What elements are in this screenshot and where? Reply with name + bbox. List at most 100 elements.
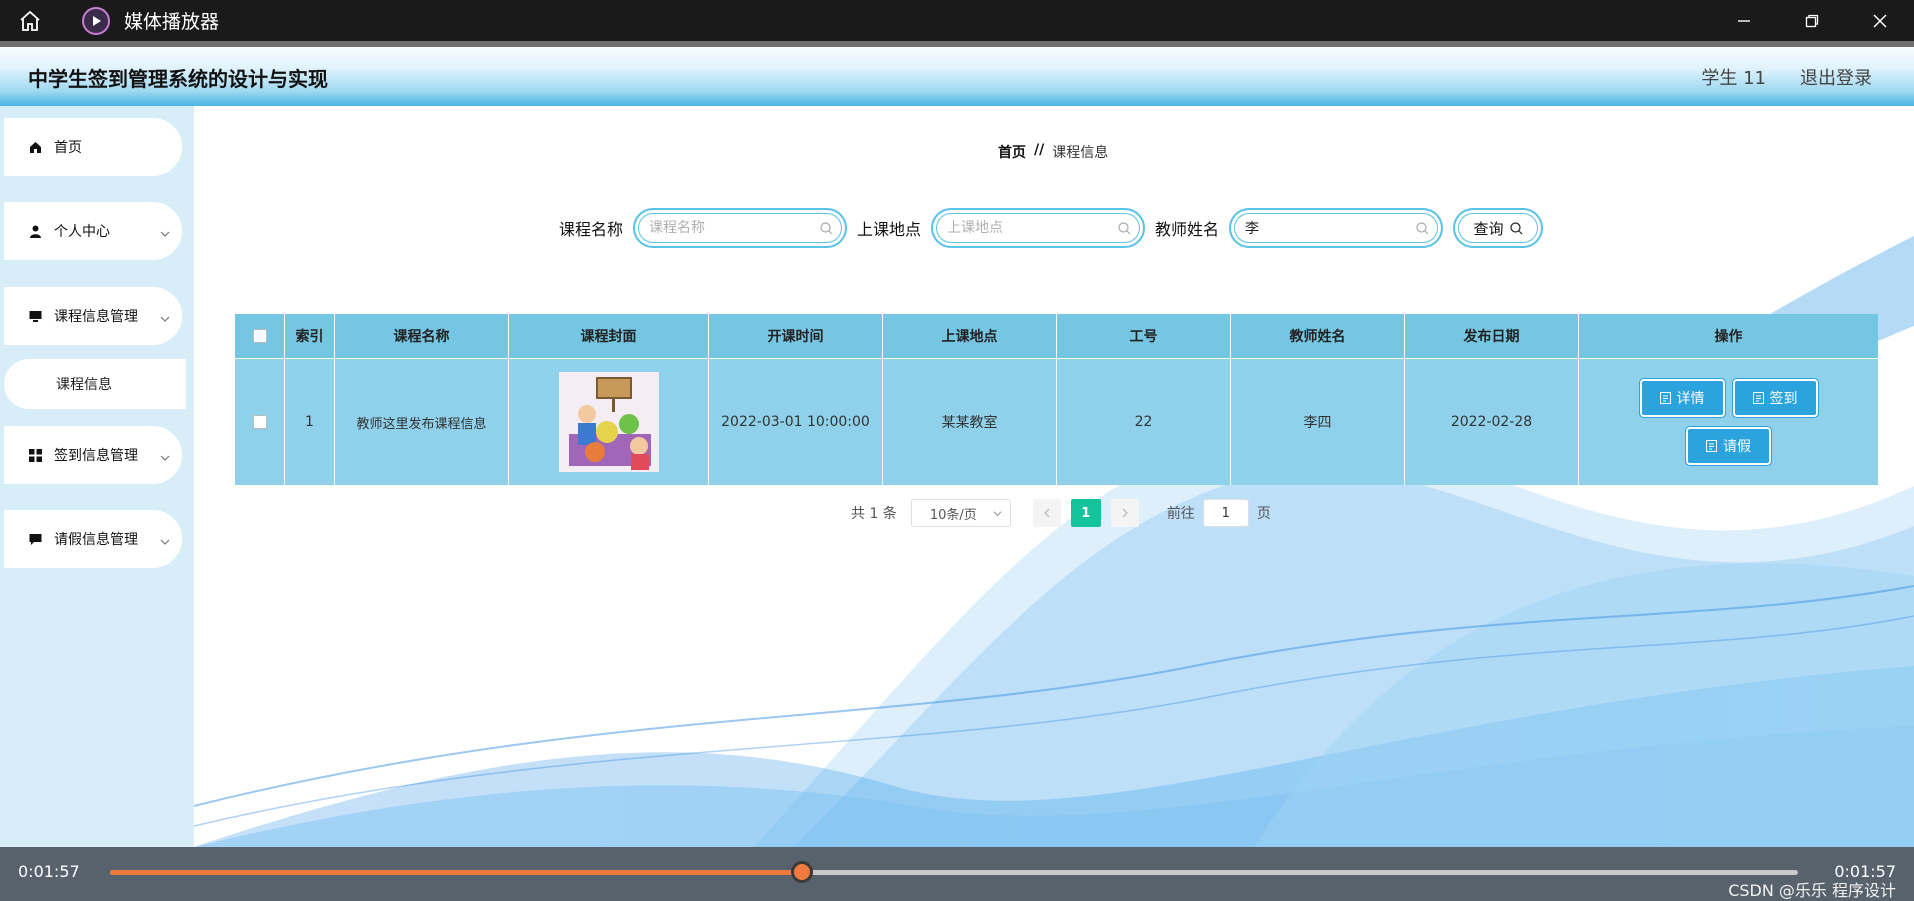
detail-button-label: 详情 — [1676, 391, 1705, 407]
query-button-label: 查询 — [1473, 219, 1504, 238]
media-player-controls: 0:01:57 0:01:57 CSDN @乐乐 程序设计 — [0, 847, 1914, 901]
app-logo-icon — [82, 6, 110, 35]
pagination-total: 共 1 条 — [851, 506, 897, 522]
sidebar-item-profile[interactable]: 个人中心 — [0, 198, 186, 264]
sidebar-item-label: 课程信息管理 — [54, 309, 138, 325]
sidebar-item-leave-management[interactable]: 请假信息管理 — [0, 506, 186, 572]
seek-handle[interactable] — [791, 861, 814, 883]
monitor-icon — [28, 309, 42, 323]
seek-bar[interactable] — [110, 861, 1798, 883]
minimize-button[interactable] — [1710, 0, 1778, 41]
minimize-icon — [1738, 19, 1750, 22]
sidebar-item-checkin-management[interactable]: 签到信息管理 — [0, 422, 186, 488]
leave-button-label: 请假 — [1723, 439, 1751, 455]
course-name-label: 课程名称 — [559, 220, 624, 239]
elapsed-time: 0:01:57 — [18, 862, 80, 881]
sidebar-subitem-course-info[interactable]: 课程信息 — [4, 359, 186, 409]
close-icon — [1873, 13, 1887, 28]
search-icon — [1416, 222, 1429, 235]
breadcrumb-home[interactable]: 首页 — [998, 142, 1026, 162]
chevron-down-icon — [160, 455, 170, 461]
page-size-value: 10条/页 — [929, 507, 977, 523]
current-user: 学生 11 — [1701, 68, 1766, 89]
page-size-select[interactable]: 10条/页 — [910, 499, 1011, 527]
chevron-down-icon — [160, 316, 170, 322]
chevron-right-icon — [1122, 508, 1128, 518]
column-header[interactable]: 发布日期 — [1405, 314, 1579, 358]
restore-button[interactable] — [1778, 0, 1846, 41]
column-header[interactable]: 课程名称 — [335, 314, 509, 358]
sidebar-item-label: 个人中心 — [54, 224, 110, 240]
watermark: CSDN @乐乐 程序设计 — [1728, 881, 1896, 900]
teacher-name-field — [1229, 208, 1444, 248]
goto-page-input[interactable]: 1 — [1202, 499, 1249, 527]
table-row: 1 教师这里发布课程信息 2022-03-01 10:00:00 某某教室 22… — [235, 358, 1878, 485]
search-icon — [1509, 221, 1522, 234]
window-title: 媒体播放器 — [124, 11, 220, 33]
cell-start-time: 2022-03-01 10:00:00 — [709, 359, 883, 485]
next-page-button[interactable] — [1110, 499, 1139, 527]
column-header[interactable]: 工号 — [1057, 314, 1231, 358]
row-checkbox[interactable] — [252, 415, 267, 429]
column-header: 操作 — [1714, 329, 1743, 345]
pagination: 共 1 条 10条/页 1 前往 1 页 — [851, 499, 1271, 527]
chevron-down-icon — [160, 231, 170, 237]
sidebar-item-home[interactable]: 首页 — [0, 114, 186, 180]
prev-page-button[interactable] — [1032, 499, 1061, 527]
document-icon — [1752, 392, 1764, 404]
course-name-input[interactable] — [649, 220, 810, 236]
search-icon — [820, 222, 833, 235]
place-input[interactable] — [947, 220, 1108, 236]
logout-link[interactable]: 退出登录 — [1800, 64, 1872, 90]
breadcrumb: 首页 // 课程信息 — [998, 142, 1108, 162]
user-icon — [28, 224, 42, 238]
cell-publish-date: 2022-02-28 — [1405, 359, 1579, 485]
goto-label: 前往 — [1166, 506, 1195, 522]
main-content: 首页 // 课程信息 课程名称 上课地点 教师姓名 查询 索引 — [194, 106, 1914, 847]
sidebar-item-label: 签到信息管理 — [54, 448, 138, 464]
select-all-checkbox[interactable] — [252, 329, 267, 343]
column-header[interactable]: 课程封面 — [509, 314, 709, 358]
breadcrumb-separator: // — [1034, 142, 1045, 158]
course-name-field — [633, 208, 848, 248]
query-button[interactable]: 查询 — [1453, 208, 1544, 248]
place-field — [931, 208, 1146, 248]
page-number-active[interactable]: 1 — [1070, 499, 1101, 527]
column-header[interactable]: 索引 — [285, 314, 335, 358]
sidebar: 首页 个人中心 课程信息管理 课程信息 签到信息管理 请假信息管理 — [0, 106, 194, 847]
cell-index: 1 — [285, 359, 335, 485]
message-icon — [28, 532, 42, 546]
detail-button[interactable]: 详情 — [1641, 381, 1723, 415]
cell-teacher: 李四 — [1231, 359, 1405, 485]
course-table: 索引 课程名称 课程封面 开课时间 上课地点 工号 教师姓名 发布日期 操作 1… — [235, 314, 1878, 485]
search-bar: 课程名称 上课地点 教师姓名 查询 — [559, 208, 1544, 248]
window-titlebar: 媒体播放器 — [0, 0, 1914, 41]
course-cover-image[interactable] — [558, 372, 659, 472]
chevron-down-icon — [993, 511, 1002, 517]
sidebar-item-label: 请假信息管理 — [54, 532, 138, 548]
sidebar-item-course-management[interactable]: 课程信息管理 — [0, 283, 186, 349]
search-icon — [1118, 222, 1131, 235]
sidebar-item-label: 首页 — [54, 140, 82, 156]
leave-button[interactable]: 请假 — [1688, 429, 1769, 463]
close-button[interactable] — [1846, 0, 1914, 41]
chevron-down-icon — [160, 539, 170, 545]
page-suffix: 页 — [1256, 506, 1271, 522]
chevron-left-icon — [1043, 508, 1050, 518]
teacher-name-label: 教师姓名 — [1155, 220, 1220, 239]
column-header[interactable]: 上课地点 — [883, 314, 1057, 358]
document-icon — [1659, 392, 1671, 404]
column-header[interactable]: 开课时间 — [709, 314, 883, 358]
column-header[interactable]: 教师姓名 — [1231, 314, 1405, 358]
checkin-button-label: 签到 — [1769, 391, 1798, 407]
document-icon — [1706, 440, 1717, 452]
sidebar-subitem-label: 课程信息 — [56, 377, 112, 393]
cell-job-no: 22 — [1057, 359, 1231, 485]
home-button[interactable] — [0, 0, 60, 41]
breadcrumb-current: 课程信息 — [1052, 145, 1109, 161]
teacher-name-input[interactable] — [1245, 220, 1406, 236]
seek-bar-progress — [110, 870, 803, 875]
checkin-button[interactable]: 签到 — [1734, 381, 1816, 415]
home-icon — [20, 10, 40, 31]
home-icon — [28, 140, 42, 154]
